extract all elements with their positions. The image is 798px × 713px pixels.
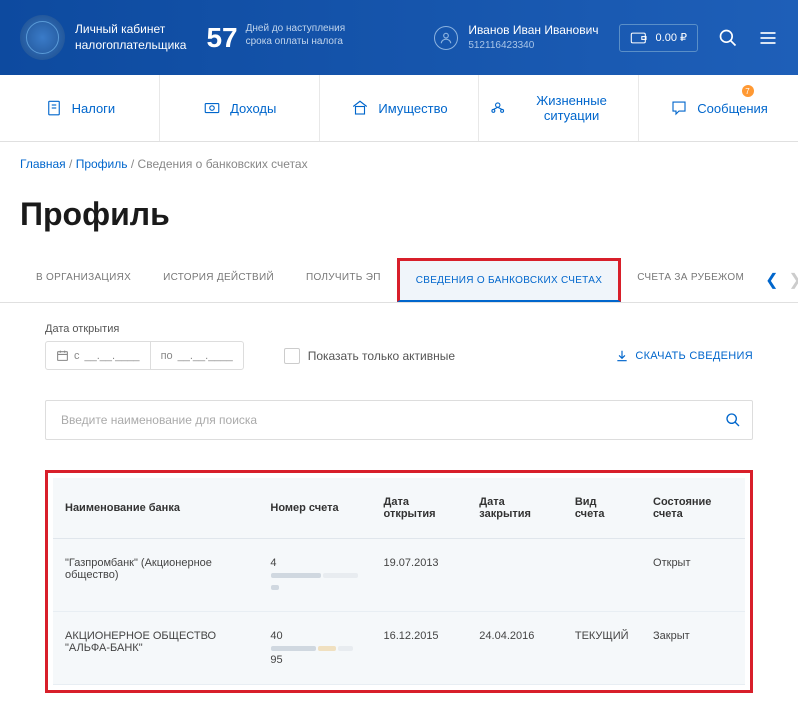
accounts-table-container: Наименование банка Номер счета Дата откр… bbox=[53, 478, 745, 685]
user-id: 512116423340 bbox=[468, 39, 598, 52]
tab-prev-icon[interactable]: ❮ bbox=[765, 270, 778, 290]
wallet-amount: 0.00 ₽ bbox=[656, 31, 687, 44]
cell-bank: АКЦИОНЕРНОЕ ОБЩЕСТВО "АЛЬФА-БАНК" bbox=[53, 612, 258, 685]
fns-emblem-icon bbox=[20, 15, 65, 60]
download-icon bbox=[615, 349, 629, 363]
days-text: Дней до наступления срока оплаты налога bbox=[246, 22, 346, 48]
cell-status: Открыт bbox=[641, 539, 745, 612]
user-name: Иванов Иван Иванович bbox=[468, 23, 598, 39]
tab-bank-accounts[interactable]: СВЕДЕНИЯ О БАНКОВСКИХ СЧЕТАХ bbox=[397, 258, 621, 302]
days-countdown: 57 Дней до наступления срока оплаты нало… bbox=[206, 22, 345, 54]
user-avatar-icon bbox=[434, 26, 458, 50]
col-account: Номер счета bbox=[258, 478, 371, 539]
income-icon bbox=[202, 99, 222, 117]
tab-organizations[interactable]: В ОРГАНИЗАЦИЯХ bbox=[20, 258, 147, 302]
search-input[interactable] bbox=[45, 400, 753, 440]
download-button[interactable]: СКАЧАТЬ СВЕДЕНИЯ bbox=[615, 349, 753, 363]
date-to-input[interactable]: по __.__.____ bbox=[151, 342, 243, 369]
search-icon[interactable] bbox=[718, 28, 738, 48]
breadcrumb-home[interactable]: Главная bbox=[20, 157, 66, 171]
nav-item-label: Имущество bbox=[378, 101, 447, 116]
tab-get-ep[interactable]: ПОЛУЧИТЬ ЭП bbox=[290, 258, 397, 302]
table-header-row: Наименование банка Номер счета Дата откр… bbox=[53, 478, 745, 539]
nav-item-property[interactable]: Имущество bbox=[320, 75, 480, 141]
tab-scroll-arrows: ❮ ❯ bbox=[760, 270, 798, 290]
notification-badge: 7 bbox=[742, 85, 754, 97]
calendar-icon bbox=[56, 349, 69, 362]
document-icon bbox=[44, 99, 64, 117]
logo-section[interactable]: Личный кабинет налогоплательщика bbox=[20, 15, 186, 60]
cell-status: Закрыт bbox=[641, 612, 745, 685]
nav-item-situations[interactable]: Жизненные ситуации bbox=[479, 75, 639, 141]
cell-open-date: 19.07.2013 bbox=[372, 539, 468, 612]
checkbox-label: Показать только активные bbox=[308, 349, 455, 363]
cell-type: ТЕКУЩИЙ bbox=[563, 612, 641, 685]
wallet-button[interactable]: 0.00 ₽ bbox=[619, 24, 698, 52]
accounts-table: Наименование банка Номер счета Дата откр… bbox=[53, 478, 745, 685]
date-filter-label: Дата открытия bbox=[45, 323, 753, 335]
table-row[interactable]: "Газпромбанк" (Акционерное общество) 4 1… bbox=[53, 539, 745, 612]
date-range: с __.__.____ по __.__.____ bbox=[45, 341, 244, 370]
col-bank: Наименование банка bbox=[53, 478, 258, 539]
days-number: 57 bbox=[206, 22, 237, 54]
checkbox-icon bbox=[284, 348, 300, 364]
cell-bank: "Газпромбанк" (Акционерное общество) bbox=[53, 539, 258, 612]
nav-item-income[interactable]: Доходы bbox=[160, 75, 320, 141]
user-section[interactable]: Иванов Иван Иванович 512116423340 bbox=[434, 23, 598, 52]
cell-close-date bbox=[467, 539, 563, 612]
cell-account: 4 bbox=[258, 539, 371, 612]
tabs: В ОРГАНИЗАЦИЯХ ИСТОРИЯ ДЕЙСТВИЙ ПОЛУЧИТЬ… bbox=[20, 258, 760, 302]
situations-icon bbox=[489, 99, 506, 117]
main-nav: Налоги Доходы Имущество Жизненные ситуац… bbox=[0, 75, 798, 142]
col-open-date: Дата открытия bbox=[372, 478, 468, 539]
nav-item-messages[interactable]: Сообщения 7 bbox=[639, 75, 798, 141]
col-type: Вид счета bbox=[563, 478, 641, 539]
nav-item-label: Сообщения bbox=[697, 101, 768, 116]
app-header: Личный кабинет налогоплательщика 57 Дней… bbox=[0, 0, 798, 75]
tab-foreign-accounts[interactable]: СЧЕТА ЗА РУБЕЖОМ bbox=[621, 258, 760, 302]
date-from-input[interactable]: с __.__.____ bbox=[46, 342, 151, 369]
cell-type bbox=[563, 539, 641, 612]
cell-open-date: 16.12.2015 bbox=[372, 612, 468, 685]
accounts-table-highlight: Наименование банка Номер счета Дата откр… bbox=[45, 470, 753, 693]
tab-history[interactable]: ИСТОРИЯ ДЕЙСТВИЙ bbox=[147, 258, 290, 302]
filters: Дата открытия с __.__.____ по __.__.____… bbox=[0, 303, 798, 385]
only-active-checkbox[interactable]: Показать только активные bbox=[284, 348, 455, 364]
col-status: Состояние счета bbox=[641, 478, 745, 539]
search-icon[interactable] bbox=[725, 412, 741, 428]
table-row[interactable]: АКЦИОНЕРНОЕ ОБЩЕСТВО "АЛЬФА-БАНК" 4095 1… bbox=[53, 612, 745, 685]
menu-icon[interactable] bbox=[758, 28, 778, 48]
wallet-icon bbox=[630, 31, 648, 45]
tab-next-icon[interactable]: ❯ bbox=[789, 270, 798, 290]
col-close-date: Дата закрытия bbox=[467, 478, 563, 539]
nav-item-label: Жизненные ситуации bbox=[515, 93, 628, 123]
cell-close-date: 24.04.2016 bbox=[467, 612, 563, 685]
messages-icon bbox=[669, 99, 689, 117]
tabs-container: В ОРГАНИЗАЦИЯХ ИСТОРИЯ ДЕЙСТВИЙ ПОЛУЧИТЬ… bbox=[0, 258, 798, 303]
user-info: Иванов Иван Иванович 512116423340 bbox=[468, 23, 598, 52]
cell-account: 4095 bbox=[258, 612, 371, 685]
search-container bbox=[45, 400, 753, 440]
site-title: Личный кабинет налогоплательщика bbox=[75, 22, 186, 53]
nav-item-label: Налоги bbox=[72, 101, 116, 116]
breadcrumb-profile[interactable]: Профиль bbox=[76, 157, 128, 171]
breadcrumb-current: Сведения о банковских счетах bbox=[138, 157, 308, 171]
nav-item-taxes[interactable]: Налоги bbox=[0, 75, 160, 141]
nav-item-label: Доходы bbox=[230, 101, 276, 116]
breadcrumb: Главная / Профиль / Сведения о банковски… bbox=[0, 142, 798, 186]
property-icon bbox=[350, 99, 370, 117]
page-title: Профиль bbox=[0, 186, 798, 258]
